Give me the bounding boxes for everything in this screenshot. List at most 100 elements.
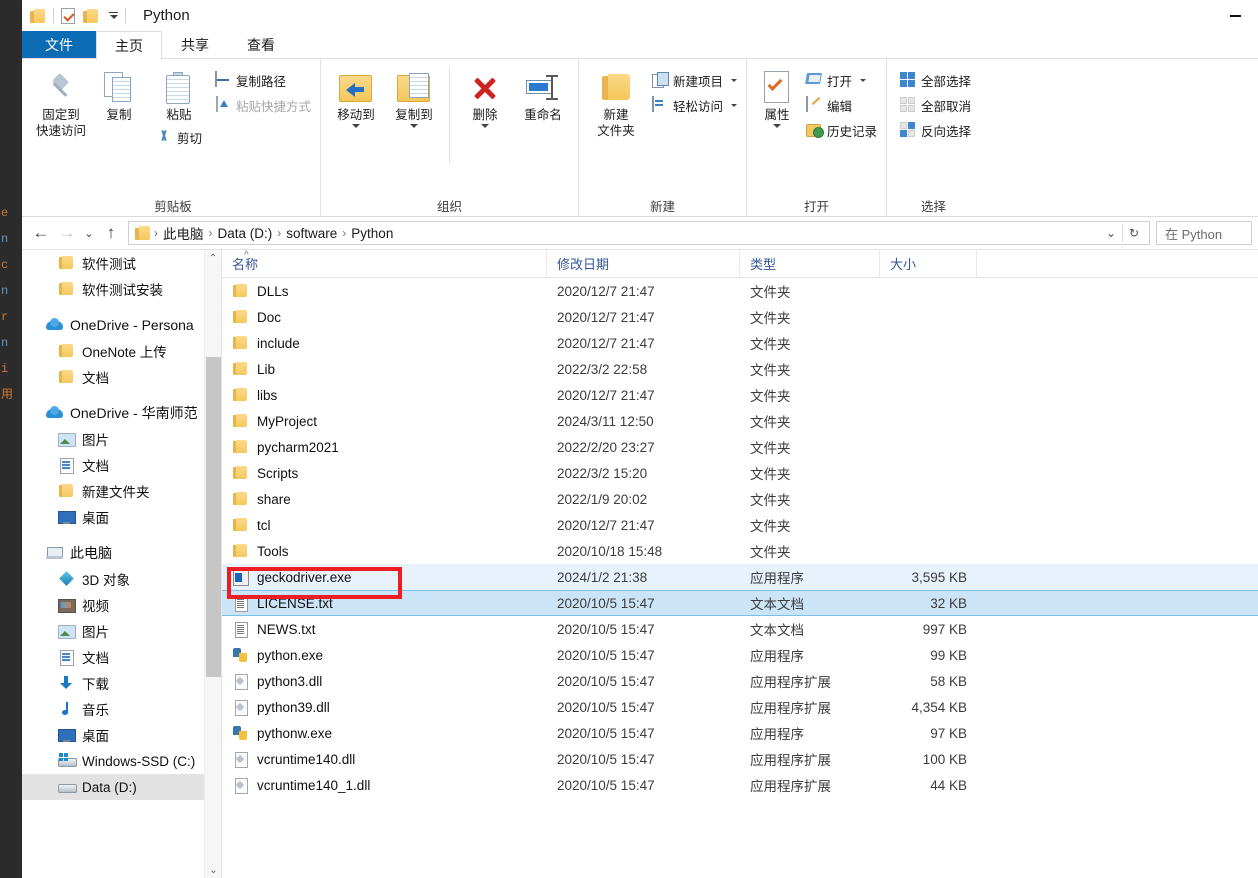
nav-item-windows-ssd-c[interactable]: Windows-SSD (C:) [22, 748, 221, 774]
nav-item-downloads[interactable]: 下载 [22, 670, 221, 696]
nav-item-pictures-school[interactable]: 图片 [22, 426, 221, 452]
copy-to-button[interactable]: 复制到 [385, 65, 443, 128]
easy-access-label: 轻松访问 [673, 99, 724, 114]
paste-button[interactable]: 粘贴 [166, 69, 192, 123]
chevron-down-icon [352, 124, 361, 128]
new-folder-button[interactable]: 新建 文件夹 [585, 65, 647, 139]
table-row[interactable]: NEWS.txt 2020/10/5 15:47 文本文档 997 KB [222, 616, 1258, 642]
nav-item-this-pc[interactable]: 此电脑 [22, 540, 221, 566]
table-row[interactable]: Scripts 2022/3/2 15:20 文件夹 [222, 460, 1258, 486]
paste-shortcut-button[interactable]: 粘贴快捷方式 [212, 94, 314, 116]
select-none-button[interactable]: 全部取消 [897, 94, 974, 116]
nav-item-data-d[interactable]: Data (D:) [22, 774, 221, 800]
forward-button[interactable]: → [54, 220, 80, 246]
rename-button[interactable]: 重命名 [514, 65, 572, 123]
scroll-up-icon[interactable]: ⌃ [205, 250, 221, 267]
table-row[interactable]: pythonw.exe 2020/10/5 15:47 应用程序 97 KB [222, 720, 1258, 746]
up-button[interactable]: ↑ [98, 220, 124, 246]
tab-file[interactable]: 文件 [22, 31, 96, 58]
copy-button[interactable]: 复制 [90, 65, 148, 123]
recent-locations-button[interactable]: ⌄ [80, 220, 98, 246]
breadcrumb-python[interactable]: Python [347, 226, 397, 241]
nav-item-new-folder[interactable]: 新建文件夹 [22, 478, 221, 504]
address-path-field[interactable]: › 此电脑 › Data (D:) › software › Python ⌄ … [128, 221, 1150, 245]
nav-item-desktop-school[interactable]: 桌面 [22, 504, 221, 530]
column-header-type[interactable]: 类型 [740, 250, 880, 278]
table-row-license[interactable]: LICENSE.txt 2020/10/5 15:47 文本文档 32 KB [222, 590, 1258, 616]
table-row-geckodriver[interactable]: geckodriver.exe 2024/1/2 21:38 应用程序 3,59… [222, 564, 1258, 590]
nav-item-3d-objects[interactable]: 3D 对象 [22, 566, 221, 592]
nav-item-onenote-upload[interactable]: OneNote 上传 [22, 338, 221, 364]
tab-share[interactable]: 共享 [162, 31, 228, 58]
nav-item-documents[interactable]: 文档 [22, 644, 221, 670]
invert-selection-button[interactable]: 反向选择 [897, 119, 974, 141]
select-all-button[interactable]: 全部选择 [897, 69, 974, 91]
breadcrumb-data-d[interactable]: Data (D:) [214, 226, 277, 241]
table-row[interactable]: tcl 2020/12/7 21:47 文件夹 [222, 512, 1258, 538]
address-dropdown-icon[interactable]: ⌄ [1100, 222, 1122, 244]
column-header-size[interactable]: 大小 [880, 250, 977, 278]
easy-access-button[interactable]: 轻松访问 [649, 94, 740, 116]
table-row[interactable]: MyProject 2024/3/11 12:50 文件夹 [222, 408, 1258, 434]
tab-home[interactable]: 主页 [96, 31, 162, 60]
nav-item-desktop[interactable]: 桌面 [22, 722, 221, 748]
new-folder-icon[interactable] [83, 8, 99, 23]
column-header-name[interactable]: ^ 名称 [222, 250, 547, 278]
file-date: 2020/10/5 15:47 [557, 621, 655, 637]
refresh-icon[interactable]: ↻ [1123, 222, 1145, 244]
search-input[interactable]: 在 Python [1156, 221, 1252, 245]
nav-item-documents-school[interactable]: 文档 [22, 452, 221, 478]
properties-button[interactable]: 属性 [753, 65, 801, 128]
nav-item-onedrive-personal[interactable]: OneDrive - Persona [22, 312, 221, 338]
delete-button[interactable]: 删除 [456, 65, 514, 128]
table-row[interactable]: vcruntime140_1.dll 2020/10/5 15:47 应用程序扩… [222, 772, 1258, 798]
table-row[interactable]: python39.dll 2020/10/5 15:47 应用程序扩展 4,35… [222, 694, 1258, 720]
column-header-date[interactable]: 修改日期 [547, 250, 740, 278]
nav-pane-scrollbar[interactable]: ⌃ ⌄ [204, 250, 221, 878]
properties-check-icon[interactable] [61, 7, 75, 24]
table-row[interactable]: vcruntime140.dll 2020/10/5 15:47 应用程序扩展 … [222, 746, 1258, 772]
tab-view[interactable]: 查看 [228, 31, 294, 58]
table-row[interactable]: Tools 2020/10/18 15:48 文件夹 [222, 538, 1258, 564]
nav-item-documents-onedrive[interactable]: 文档 [22, 364, 221, 390]
copy-path-label: 复制路径 [236, 74, 287, 89]
table-row[interactable]: python.exe 2020/10/5 15:47 应用程序 99 KB [222, 642, 1258, 668]
edit-button[interactable]: 编辑 [803, 94, 880, 116]
table-row[interactable]: share 2022/1/9 20:02 文件夹 [222, 486, 1258, 512]
text-file-icon [232, 595, 249, 612]
nav-item-music[interactable]: 音乐 [22, 696, 221, 722]
back-button[interactable]: ← [28, 220, 54, 246]
scrollbar-thumb[interactable] [206, 357, 221, 677]
file-date: 2020/10/5 15:47 [557, 647, 655, 663]
table-row[interactable]: Lib 2022/3/2 22:58 文件夹 [222, 356, 1258, 382]
open-button[interactable]: 打开 [803, 69, 880, 91]
pin-to-quick-access-button[interactable]: 固定到 快速访问 [32, 65, 90, 139]
table-row[interactable]: libs 2020/12/7 21:47 文件夹 [222, 382, 1258, 408]
table-row[interactable]: Doc 2020/12/7 21:47 文件夹 [222, 304, 1258, 330]
file-type: 文件夹 [750, 545, 791, 560]
table-row[interactable]: python3.dll 2020/10/5 15:47 应用程序扩展 58 KB [222, 668, 1258, 694]
nav-item-pictures[interactable]: 图片 [22, 618, 221, 644]
table-row[interactable]: DLLs 2020/12/7 21:47 文件夹 [222, 278, 1258, 304]
folder-icon[interactable] [30, 8, 46, 23]
nav-item-software-test[interactable]: 软件测试 [22, 250, 221, 276]
minimize-button[interactable] [1212, 0, 1258, 31]
move-to-button[interactable]: 移动到 [327, 65, 385, 128]
scroll-down-icon[interactable]: ⌄ [205, 862, 221, 878]
file-type: 应用程序 [750, 649, 804, 664]
history-button[interactable]: 历史记录 [803, 119, 880, 141]
customize-caret-icon[interactable] [109, 11, 118, 20]
copy-path-button[interactable]: 复制路径 [212, 69, 314, 91]
nav-item-software-test-install[interactable]: 软件测试安装 [22, 276, 221, 302]
table-row[interactable]: include 2020/12/7 21:47 文件夹 [222, 330, 1258, 356]
breadcrumb-this-pc[interactable]: 此电脑 [159, 223, 208, 243]
nav-item-onedrive-school[interactable]: OneDrive - 华南师范 [22, 400, 221, 426]
navigation-pane: 软件测试 软件测试安装 OneDrive - Persona OneNote 上… [22, 250, 222, 878]
file-type: 文件夹 [750, 389, 791, 404]
cut-button[interactable]: 剪切 [153, 126, 205, 148]
table-row[interactable]: pycharm2021 2022/2/20 23:27 文件夹 [222, 434, 1258, 460]
new-item-button[interactable]: 新建项目 [649, 69, 740, 91]
breadcrumb-software[interactable]: software [282, 226, 341, 241]
nav-item-videos[interactable]: 视频 [22, 592, 221, 618]
